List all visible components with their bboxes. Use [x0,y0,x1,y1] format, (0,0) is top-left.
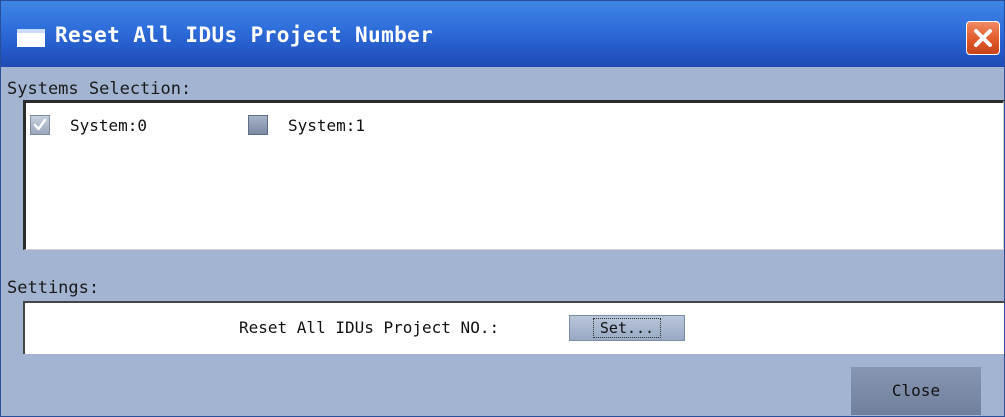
systems-selection-label: Systems Selection: [7,79,192,99]
window-icon [17,29,45,47]
close-x-icon [974,29,992,47]
checkmark-icon [33,118,47,131]
reset-project-number-label: Reset All IDUs Project NO.: [239,318,500,337]
window-title: Reset All IDUs Project Number [55,23,434,47]
system-1-label: System:1 [288,115,366,135]
system-1-checkbox-item[interactable]: System:1 [248,113,365,137]
settings-panel: Reset All IDUs Project NO.: Set... [23,301,1004,354]
set-button-label: Set... [592,318,662,338]
system-0-checkbox-item[interactable]: System:0 [30,113,147,137]
close-button[interactable]: Close [851,367,981,415]
systems-list: System:0 System:1 [23,100,1004,250]
system-0-label: System:0 [70,115,148,135]
close-window-button[interactable] [966,21,1000,55]
dialog-window: Reset All IDUs Project Number Systems Se… [0,0,1005,417]
title-bar[interactable]: Reset All IDUs Project Number [1,1,1004,67]
system-1-checkbox[interactable] [248,115,268,135]
settings-label: Settings: [7,278,100,298]
system-0-checkbox[interactable] [30,115,50,135]
set-button[interactable]: Set... [569,315,685,341]
